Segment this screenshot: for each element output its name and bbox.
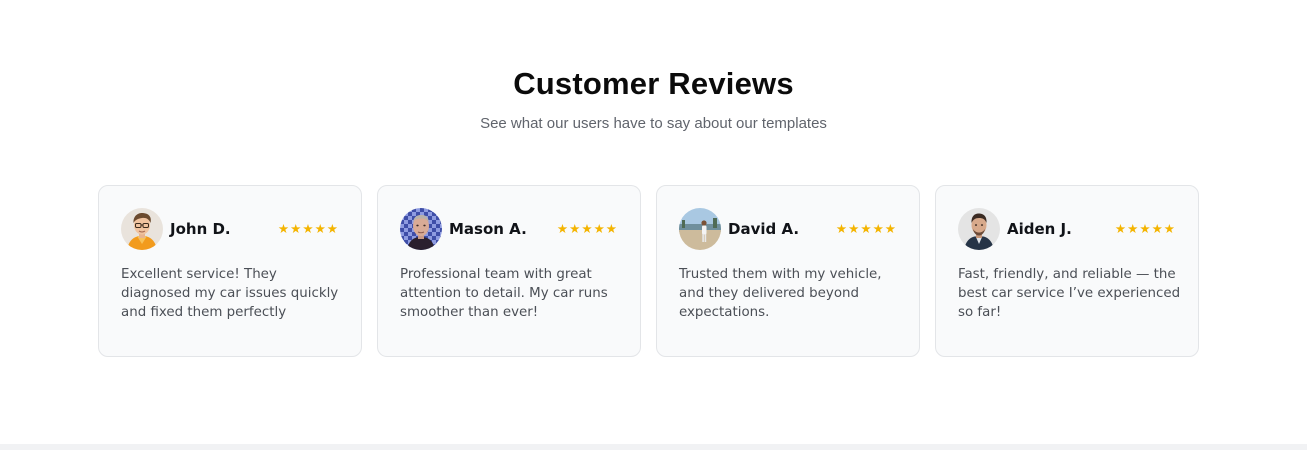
avatar-david-icon [679,208,721,250]
star-icon: ★ [1114,220,1127,236]
review-card: David A. ★ ★ ★ ★ ★ Trusted them with my … [656,185,920,357]
review-card-header: Aiden J. ★ ★ ★ ★ ★ [958,208,1176,250]
avatar-aiden-icon [958,208,1000,250]
reviewer-name: Mason A. [449,220,527,238]
star-icon: ★ [835,220,848,236]
star-icon: ★ [1151,220,1163,236]
star-icon: ★ [884,220,896,236]
review-text: Professional team with great attention t… [400,267,608,320]
review-text: Excellent service! They diagnosed my car… [121,267,339,320]
star-icon: ★ [848,220,860,236]
review-text: Fast, friendly, and reliable — the best … [958,267,1181,320]
reviewer-name: Aiden J. [1007,220,1072,238]
star-rating: ★ ★ ★ ★ ★ [1114,220,1175,236]
star-rating: ★ ★ ★ ★ ★ [556,220,617,236]
section-subtitle: See what our users have to say about our… [480,115,827,132]
star-icon: ★ [326,220,338,236]
review-cards: John D. ★ ★ ★ ★ ★ Excellent service! The… [98,185,1199,357]
star-icon: ★ [302,220,314,236]
star-icon: ★ [605,220,617,236]
section-divider [0,444,1307,450]
review-card: Mason A. ★ ★ ★ ★ ★ Professional team wit… [377,185,641,357]
star-icon: ★ [1163,220,1175,236]
review-card: Aiden J. ★ ★ ★ ★ ★ Fast, friendly, and r… [935,185,1199,357]
review-card-header: John D. ★ ★ ★ ★ ★ [121,208,339,250]
star-icon: ★ [1139,220,1151,236]
star-icon: ★ [556,220,569,236]
review-card-header: David A. ★ ★ ★ ★ ★ [679,208,897,250]
review-text: Trusted them with my vehicle, and they d… [679,267,882,320]
star-rating: ★ ★ ★ ★ ★ [277,220,338,236]
star-icon: ★ [872,220,884,236]
star-icon: ★ [290,220,302,236]
customer-reviews-section: Customer Reviews See what our users have… [0,0,1307,450]
reviewer-name: John D. [170,220,231,238]
star-rating: ★ ★ ★ ★ ★ [835,220,896,236]
star-icon: ★ [860,220,872,236]
review-card: John D. ★ ★ ★ ★ ★ Excellent service! The… [98,185,362,357]
star-icon: ★ [581,220,593,236]
review-card-header: Mason A. ★ ★ ★ ★ ★ [400,208,618,250]
avatar-john-icon [121,208,163,250]
star-icon: ★ [1127,220,1139,236]
reviewer-name: David A. [728,220,800,238]
section-title: Customer Reviews [513,66,794,101]
star-icon: ★ [593,220,605,236]
star-icon: ★ [314,220,326,236]
star-icon: ★ [569,220,581,236]
star-icon: ★ [277,220,290,236]
avatar-mason-icon [400,208,442,250]
